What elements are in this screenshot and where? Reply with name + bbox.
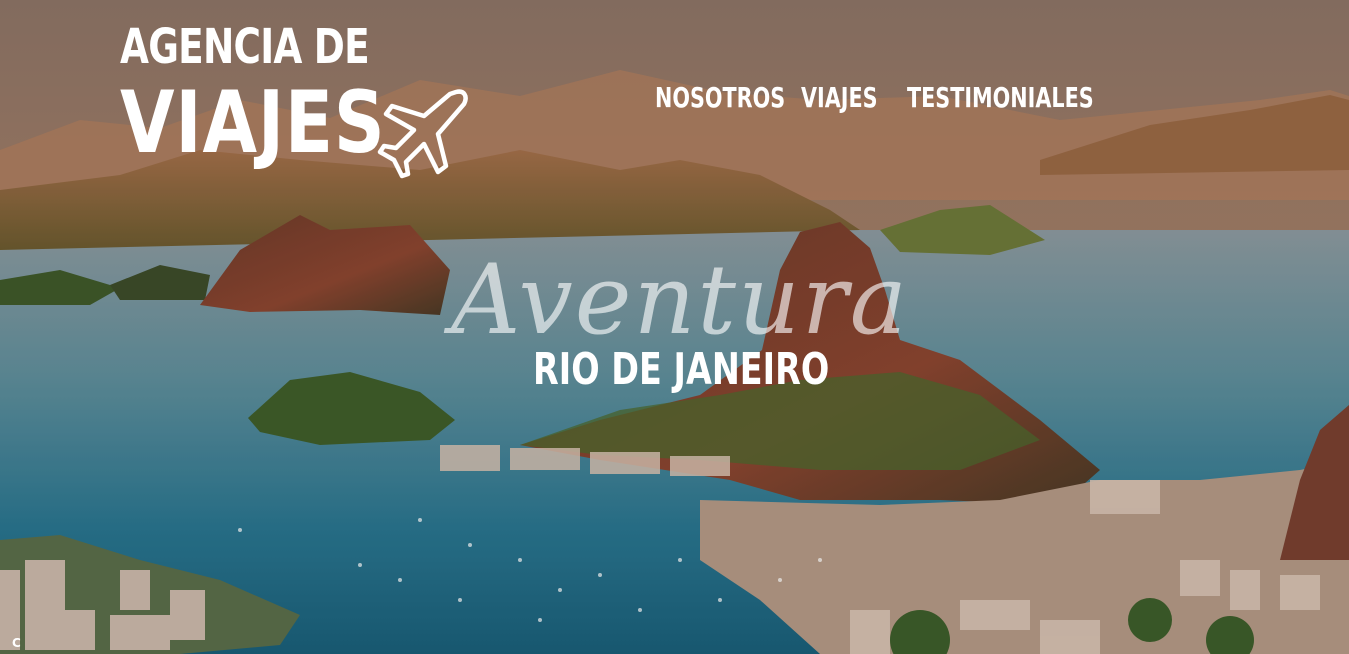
nav-item-viajes[interactable]: VIAJES [801,80,879,116]
nav-item-testimoniales[interactable]: TESTIMONIALES [907,80,1094,116]
airplane-icon [377,89,468,179]
main-nav: NOSOTROS VIAJES TESTIMONIALES [655,80,1127,116]
hero-section: AGENCIA DE VIAJES NOSOTROS VIAJES TESTIM… [0,0,1349,654]
corner-badge: C [12,636,21,650]
brand-line-1: AGENCIA DE [120,19,370,75]
hero-tagline: Aventura [451,244,909,356]
hero-city-title: RIO DE JANEIRO [533,344,830,395]
brand-line-2: VIAJES [120,73,386,173]
nav-item-nosotros[interactable]: NOSOTROS [655,80,785,116]
